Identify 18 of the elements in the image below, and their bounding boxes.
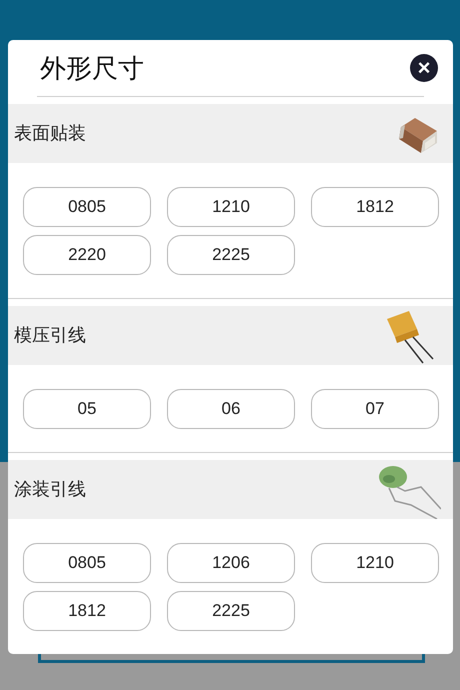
section-title: 表面贴装 (14, 122, 86, 145)
dialog-title: 外形尺寸 (40, 52, 145, 85)
size-option-button[interactable]: 0805 (23, 187, 151, 227)
size-option-button[interactable]: 1210 (167, 187, 295, 227)
close-button[interactable]: × (410, 54, 438, 82)
size-option-button[interactable]: 05 (23, 389, 151, 429)
size-option-button[interactable]: 2220 (23, 235, 151, 275)
section-title: 涂装引线 (14, 478, 86, 501)
section-title: 模压引线 (14, 324, 86, 347)
size-option-button[interactable]: 1812 (311, 187, 439, 227)
size-option-button[interactable]: 1812 (23, 591, 151, 631)
size-option-button[interactable]: 07 (311, 389, 439, 429)
size-option-button[interactable]: 1210 (311, 543, 439, 583)
size-option-button[interactable]: 0805 (23, 543, 151, 583)
size-option-button[interactable]: 2225 (167, 591, 295, 631)
size-option-button[interactable]: 2225 (167, 235, 295, 275)
size-option-button[interactable]: 06 (167, 389, 295, 429)
size-option-button[interactable]: 1206 (167, 543, 295, 583)
